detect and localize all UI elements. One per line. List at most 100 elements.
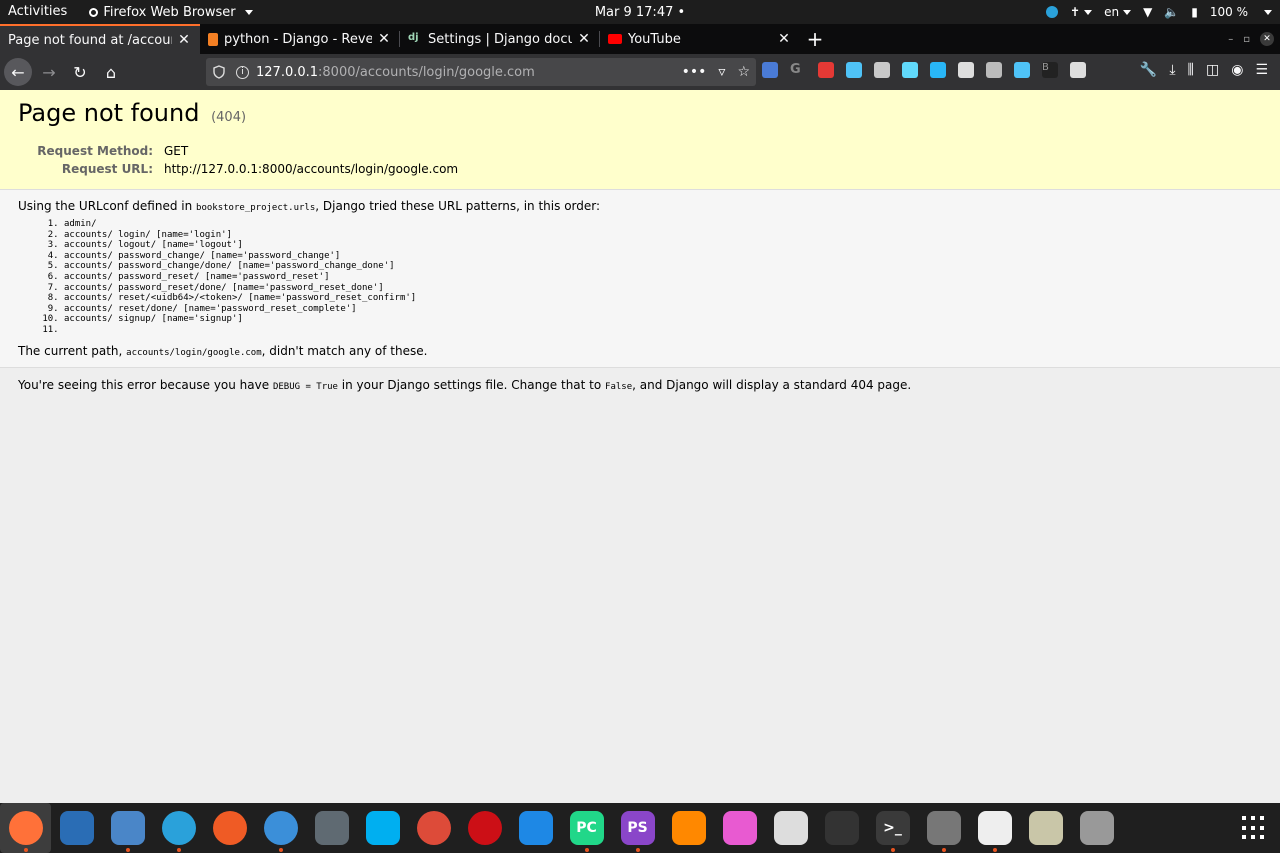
dock-terminal[interactable]: >_ [867, 803, 918, 853]
tab-youtube[interactable]: YouTube ✕ [600, 24, 800, 54]
chrome-icon [416, 811, 451, 845]
current-path: accounts/login/google.com [126, 347, 262, 358]
pocket-icon[interactable]: ▿ [718, 64, 725, 80]
reload-icon: ↻ [73, 62, 87, 82]
close-icon[interactable]: ✕ [376, 31, 392, 47]
translate-icon[interactable] [762, 62, 778, 78]
close-icon[interactable]: ✕ [576, 31, 592, 47]
url-pattern-item: accounts/ password_change/done/ [name='p… [64, 261, 1262, 272]
close-icon[interactable]: ✕ [176, 32, 192, 48]
react-icon[interactable] [902, 62, 918, 78]
forward-button[interactable]: → [35, 58, 63, 86]
telegram-icon [161, 811, 196, 845]
url-pattern-item: accounts/ password_reset/done/ [name='pa… [64, 283, 1262, 294]
url-bar[interactable]: i 127.0.0.1:8000/accounts/login/google.c… [206, 58, 756, 86]
google-icon[interactable]: G [790, 62, 806, 78]
dock-vlc[interactable] [663, 803, 714, 853]
tracking-shield-icon[interactable] [212, 65, 226, 79]
pycharm-icon: PC [569, 811, 604, 845]
reload-button[interactable]: ↻ [66, 58, 94, 86]
dock-simplenote[interactable] [255, 803, 306, 853]
dock-files[interactable] [102, 803, 153, 853]
stackoverflow-icon [208, 32, 218, 46]
account-icon[interactable]: ◉ [1231, 62, 1243, 78]
dock-icon-label: PC [576, 820, 597, 836]
sidebar-icon[interactable]: ◫ [1206, 62, 1219, 78]
page-actions-icon[interactable]: ••• [682, 64, 707, 80]
dock-music[interactable] [765, 803, 816, 853]
dock-postman[interactable] [204, 803, 255, 853]
new-tab-button[interactable]: + [800, 24, 830, 54]
dock-usb[interactable] [1071, 803, 1122, 853]
url-patterns-list: admin/accounts/ login/ [name='login']acc… [64, 219, 1262, 336]
system-monitor-icon [824, 811, 859, 845]
chevron-down-icon [1264, 9, 1272, 15]
mail-icon[interactable] [986, 62, 1002, 78]
show-applications-icon[interactable] [1242, 816, 1266, 840]
url-text[interactable]: 127.0.0.1:8000/accounts/login/google.com [256, 65, 535, 80]
back-button[interactable]: ← [4, 58, 32, 86]
dock-help[interactable] [918, 803, 969, 853]
dropbox-icon[interactable] [1014, 62, 1030, 78]
app-menu[interactable]: Firefox Web Browser [89, 5, 253, 20]
running-indicator [635, 848, 640, 852]
dock-gem[interactable] [714, 803, 765, 853]
dock-system-monitor[interactable] [816, 803, 867, 853]
wrench-icon[interactable]: 🔧 [1140, 62, 1157, 78]
current-path-line: The current path, accounts/login/google.… [18, 344, 1262, 358]
telegram-tray-icon[interactable] [1046, 6, 1059, 18]
bookmark-star-icon[interactable]: ☆ [737, 64, 750, 80]
toolbar-right: 🔧 ⤓ ⫼ ◫ ◉ ☰ [1140, 62, 1268, 78]
gem-icon[interactable] [846, 62, 862, 78]
dock-chrome[interactable] [408, 803, 459, 853]
running-indicator [992, 848, 997, 852]
menu-icon[interactable]: ☰ [1255, 62, 1268, 78]
status-area[interactable]: ✝ en ▼ 🔈 ▮ 100 % [1046, 0, 1272, 24]
b-icon[interactable]: B [1042, 62, 1058, 78]
gnome-top-bar: Activities Firefox Web Browser Mar 9 17:… [0, 0, 1280, 24]
home-button[interactable]: ⌂ [97, 58, 125, 86]
info-section: Using the URLconf defined in bookstore_p… [0, 190, 1280, 368]
site-info-icon[interactable]: i [236, 65, 249, 79]
page-title: Page not found (404) [18, 98, 1262, 133]
tab-title: YouTube [628, 31, 681, 47]
tab-title: Page not found at /accounts [8, 32, 172, 48]
download-icon[interactable]: ⤓ [1169, 62, 1175, 78]
dock-opera[interactable] [459, 803, 510, 853]
minimize-icon[interactable]: – [1228, 34, 1233, 45]
maximize-icon[interactable]: ▫ [1243, 34, 1250, 45]
paw-icon[interactable] [1070, 62, 1086, 78]
screenshot-icon[interactable] [818, 62, 834, 78]
battery-percent: 100 % [1209, 5, 1248, 19]
dock-notes[interactable] [1020, 803, 1071, 853]
close-icon[interactable]: ✕ [776, 31, 792, 47]
running-indicator [890, 848, 895, 852]
dock-vscode[interactable] [510, 803, 561, 853]
summary-section: Page not found (404) Request Method: GET… [0, 90, 1280, 190]
url-pattern-item: accounts/ signup/ [name='signup'] [64, 314, 1262, 325]
help-icon [926, 811, 961, 845]
dock-pycharm[interactable]: PC [561, 803, 612, 853]
youtube-icon [608, 34, 622, 44]
dock-firefox[interactable] [0, 803, 51, 853]
network-icon[interactable] [930, 62, 946, 78]
dock-settings[interactable] [306, 803, 357, 853]
vue-icon[interactable] [874, 62, 890, 78]
dock-phpstorm[interactable]: PS [612, 803, 663, 853]
dock-skype[interactable] [357, 803, 408, 853]
library-icon[interactable]: ⫼ [1188, 62, 1194, 78]
dock-image-viewer[interactable] [969, 803, 1020, 853]
activities-button[interactable]: Activities [0, 0, 75, 24]
tab-stackoverflow[interactable]: python - Django - Reverse ✕ [200, 24, 400, 54]
dock-thunderbird[interactable] [51, 803, 102, 853]
window-close-icon[interactable]: ✕ [1260, 32, 1274, 46]
language-indicator[interactable]: en [1104, 5, 1132, 19]
accessibility-icon[interactable]: ✝ [1070, 5, 1093, 19]
tab-page-not-found[interactable]: Page not found at /accounts ✕ [0, 24, 200, 54]
dock-telegram[interactable] [153, 803, 204, 853]
explanation-part-1: You're seeing this error because you hav… [18, 377, 273, 392]
clock[interactable]: Mar 9 17:47 [595, 5, 674, 20]
tab-django-docs[interactable]: dj Settings | Django docum ✕ [400, 24, 600, 54]
s-icon[interactable] [958, 62, 974, 78]
false-code: False [605, 381, 633, 392]
